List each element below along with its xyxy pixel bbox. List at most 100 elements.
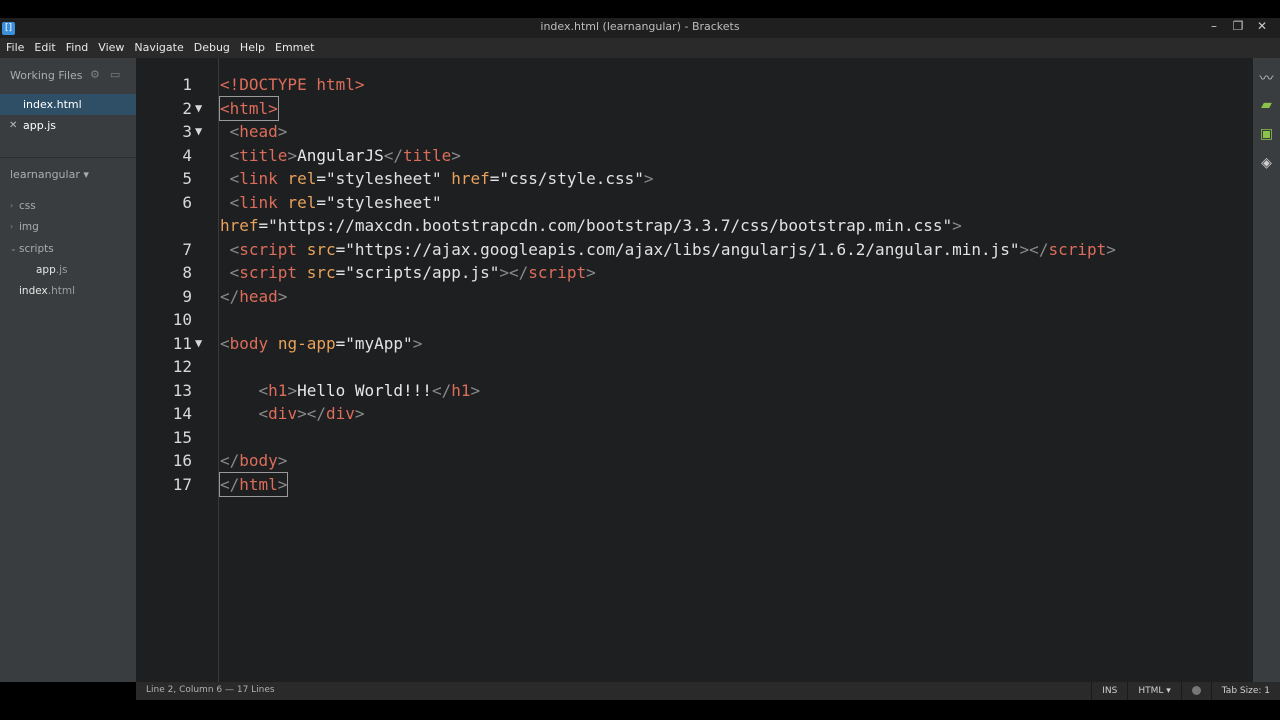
menu-help[interactable]: Help xyxy=(235,38,270,57)
code-text: <!DOCTYPE html> xyxy=(220,75,365,94)
window-controls: – ❐ ✕ xyxy=(1202,19,1274,33)
linter-status-icon[interactable] xyxy=(1180,682,1211,700)
working-files-header: Working Files xyxy=(10,69,83,82)
tree-file-app[interactable]: app.js xyxy=(0,260,136,280)
code-line[interactable]: 4 <title>AngularJS</title> xyxy=(136,144,1253,167)
code-text: </html> xyxy=(218,471,289,497)
tree-file-index[interactable]: index.html xyxy=(0,281,136,301)
line-number: 16 xyxy=(172,451,192,470)
tab-size-setting[interactable]: Tab Size: 1 xyxy=(1210,682,1280,700)
line-number: 10 xyxy=(172,310,192,329)
chevron-right-icon: › xyxy=(10,201,14,210)
line-number: 7 xyxy=(182,239,192,259)
chevron-right-icon: › xyxy=(10,222,14,231)
line-number: 4 xyxy=(182,145,192,165)
menu-navigate[interactable]: Navigate xyxy=(129,38,188,57)
code-line[interactable]: href="https://maxcdn.bootstrapcdn.com/bo… xyxy=(136,214,1253,237)
line-number: 1 xyxy=(182,75,192,94)
line-number: 17 xyxy=(172,474,192,494)
line-number: 14 xyxy=(172,404,192,423)
code-line[interactable]: 5 <link rel="stylesheet" href="css/style… xyxy=(136,167,1253,190)
code-editor[interactable]: 1 <!DOCTYPE html> 2 ▼ <html> 3 ▼ <head> 4 <titl… xyxy=(136,58,1253,682)
code-text: <body ng-app="myApp"> xyxy=(220,333,423,353)
line-number: 5 xyxy=(182,169,192,188)
fold-toggle-icon[interactable]: ▼ xyxy=(195,332,202,355)
divider xyxy=(0,157,136,158)
line-number: 11 xyxy=(172,333,192,353)
tree-folder-scripts[interactable]: ⌄ scripts xyxy=(0,239,136,259)
working-file-label: index.html xyxy=(23,98,82,111)
working-file-label: app.js xyxy=(23,119,56,132)
code-text: <link rel="stylesheet" xyxy=(220,192,442,212)
code-line[interactable]: 7 <script src="https://ajax.googleapis.c… xyxy=(136,238,1253,261)
cursor-position: Line 2, Column 6 — 17 Lines xyxy=(146,685,275,695)
code-line[interactable]: 6 <link rel="stylesheet" xyxy=(136,191,1253,214)
code-line[interactable]: 16 </body> xyxy=(136,449,1253,472)
tree-folder-img[interactable]: › img xyxy=(0,217,136,237)
code-line[interactable]: 12 xyxy=(136,355,1253,378)
fold-toggle-icon[interactable]: ▼ xyxy=(195,120,202,143)
code-text: <head> xyxy=(220,122,288,141)
working-file-index[interactable]: index.html xyxy=(0,94,136,115)
code-line[interactable]: 13 <h1>Hello World!!!</h1> xyxy=(136,379,1253,402)
status-bar: Line 2, Column 6 — 17 Lines INS HTML ▾ Tab… xyxy=(136,682,1280,700)
chevron-down-icon: ⌄ xyxy=(10,244,17,253)
menu-bar: File Edit Find View Navigate Debug Help … xyxy=(0,38,1280,58)
line-number: 13 xyxy=(172,380,192,400)
code-line[interactable]: 10 xyxy=(136,308,1253,331)
line-number: 15 xyxy=(172,427,192,447)
line-number: 3 xyxy=(182,122,192,141)
tree-folder-css[interactable]: › css xyxy=(0,196,136,216)
code-text: <h1>Hello World!!!</h1> xyxy=(220,380,481,400)
line-number: 12 xyxy=(172,357,192,376)
right-toolbar: 〰 ▰ ▣ ◈ xyxy=(1253,58,1280,682)
insert-mode-toggle[interactable]: INS xyxy=(1091,682,1127,700)
code-line[interactable]: 3 ▼ <head> xyxy=(136,120,1253,143)
code-text: <div></div> xyxy=(220,404,365,423)
code-text: <title>AngularJS</title> xyxy=(220,145,461,165)
line-number: 2 xyxy=(182,98,192,118)
line-number: 8 xyxy=(182,263,192,282)
working-file-app[interactable]: ✕ app.js xyxy=(0,115,136,136)
maximize-button[interactable]: ❐ xyxy=(1226,19,1250,33)
working-files-tools: ⚙ ▭ xyxy=(90,68,130,81)
code-line[interactable]: 11 ▼ <body ng-app="myApp"> xyxy=(136,332,1253,355)
live-preview-icon[interactable]: 〰 xyxy=(1253,68,1280,97)
title-bar: [] index.html (learnangular) - Brackets … xyxy=(0,18,1280,38)
menu-emmet[interactable]: Emmet xyxy=(270,38,319,57)
minimize-button[interactable]: – xyxy=(1202,19,1226,33)
extension-icon[interactable]: ▣ xyxy=(1253,126,1280,155)
menu-file[interactable]: File xyxy=(0,38,29,57)
menu-find[interactable]: Find xyxy=(61,38,94,57)
line-number: 6 xyxy=(182,192,192,212)
code-line[interactable]: 15 xyxy=(136,426,1253,449)
code-text: <script src="scripts/app.js"></script> xyxy=(220,263,596,282)
code-text: </body> xyxy=(220,451,288,470)
code-text: <script src="https://ajax.googleapis.com… xyxy=(220,239,1116,259)
close-icon[interactable]: ✕ xyxy=(9,115,17,136)
code-line[interactable]: 1 <!DOCTYPE html> xyxy=(136,73,1253,96)
code-text: <link rel="stylesheet" href="css/style.c… xyxy=(220,169,654,188)
menu-edit[interactable]: Edit xyxy=(29,38,60,57)
layers-icon[interactable]: ◈ xyxy=(1253,155,1280,184)
menu-debug[interactable]: Debug xyxy=(189,38,235,57)
sidebar: Working Files ⚙ ▭ index.html ✕ app.js lea… xyxy=(0,58,136,682)
code-line[interactable]: 17 </html> xyxy=(136,471,1253,497)
code-line[interactable]: 2 ▼ <html> xyxy=(136,95,1253,121)
split-view-icon[interactable]: ▭ xyxy=(110,68,120,81)
code-line[interactable]: 9 </head> xyxy=(136,285,1253,308)
project-dropdown[interactable]: learnangular ▾ xyxy=(10,168,89,181)
code-line[interactable]: 14 <div></div> xyxy=(136,402,1253,425)
language-select[interactable]: HTML ▾ xyxy=(1127,682,1180,700)
code-text: href="https://maxcdn.bootstrapcdn.com/bo… xyxy=(220,216,962,235)
code-line[interactable]: 8 <script src="scripts/app.js"></script> xyxy=(136,261,1253,284)
window-title: index.html (learnangular) - Brackets xyxy=(540,20,740,33)
fold-toggle-icon[interactable]: ▼ xyxy=(195,97,202,120)
menu-view[interactable]: View xyxy=(93,38,129,57)
close-button[interactable]: ✕ xyxy=(1250,19,1274,33)
line-number: 9 xyxy=(182,286,192,306)
code-text: </head> xyxy=(220,286,288,306)
gear-icon[interactable]: ⚙ xyxy=(90,68,100,81)
status-right: INS HTML ▾ Tab Size: 1 xyxy=(1091,682,1280,700)
extension-manager-icon[interactable]: ▰ xyxy=(1253,97,1280,126)
